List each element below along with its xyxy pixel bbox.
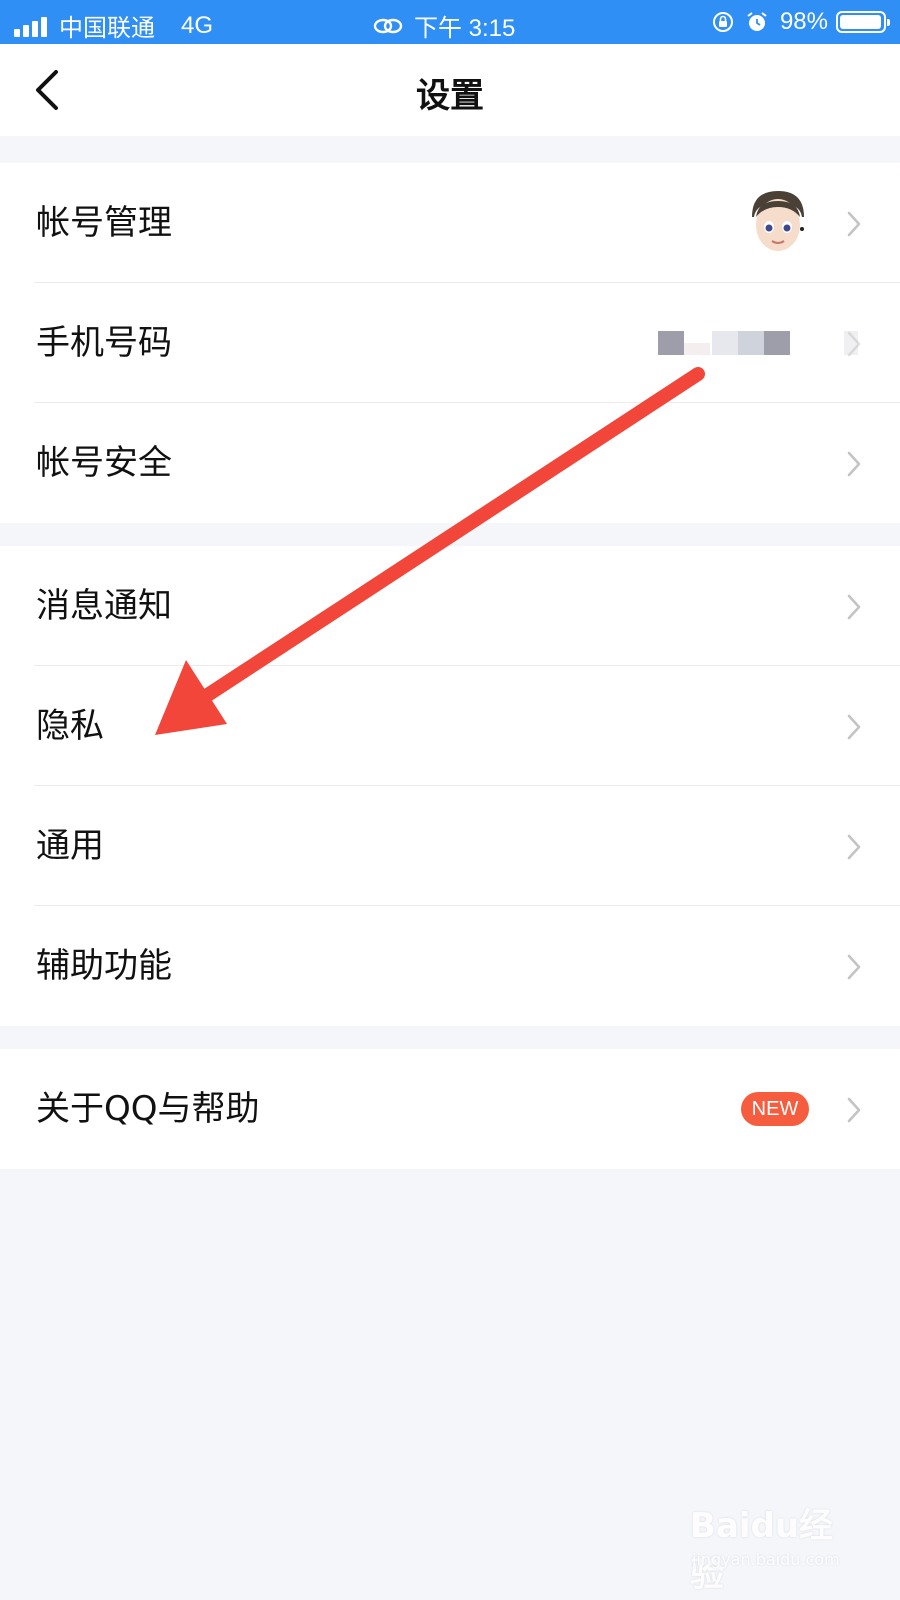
row-label: 消息通知 — [36, 586, 172, 626]
settings-row-phone-number[interactable]: 手机号码 — [0, 283, 900, 403]
status-bar: 中国联通 4G 下午 3:15 98% — [0, 0, 900, 44]
settings-row-privacy[interactable]: 隐私 — [0, 666, 900, 786]
battery-icon — [836, 11, 890, 33]
status-left: 中国联通 4G — [14, 8, 213, 43]
battery-fill — [840, 15, 882, 29]
status-time: 下午 3:15 — [414, 15, 516, 42]
settings-group-preferences: 消息通知 隐私 通用 辅助功能 — [0, 546, 900, 1026]
navigation-bar: 设置 — [0, 44, 900, 136]
row-label: 辅助功能 — [36, 946, 172, 986]
watermark-brand: Baidu经验 — [690, 1506, 834, 1595]
settings-row-accessibility[interactable]: 辅助功能 — [0, 906, 900, 1026]
chevron-right-icon — [847, 211, 861, 237]
battery-percentage: 98% — [779, 8, 828, 35]
chevron-right-icon — [847, 714, 861, 740]
watermark-logo: Baidu经验 jingyan.baidu.com — [690, 1498, 860, 1595]
watermark-url: jingyan.baidu.com — [692, 1550, 840, 1569]
chevron-right-icon — [847, 834, 861, 860]
new-badge: NEW — [741, 1092, 809, 1126]
settings-row-account-management[interactable]: 帐号管理 — [0, 163, 900, 283]
chevron-right-icon — [847, 594, 861, 620]
settings-group-about: 关于QQ与帮助 NEW — [0, 1049, 900, 1169]
settings-group-account: 帐号管理 手机号码 帐号安全 — [0, 163, 900, 523]
chevron-right-icon — [847, 954, 861, 980]
row-label: 通用 — [36, 826, 104, 866]
network-type: 4G — [181, 11, 214, 39]
chevron-right-icon — [847, 1097, 861, 1123]
row-label: 隐私 — [36, 706, 104, 746]
link-icon — [373, 18, 403, 33]
settings-row-about-qq-help[interactable]: 关于QQ与帮助 NEW — [0, 1049, 900, 1169]
masked-phone-value — [658, 331, 858, 355]
alarm-icon — [747, 12, 767, 31]
settings-row-notifications[interactable]: 消息通知 — [0, 546, 900, 666]
chevron-right-icon — [847, 451, 861, 477]
avatar[interactable] — [746, 187, 810, 257]
carrier-name: 中国联通 — [59, 15, 155, 42]
signal-strength-icon — [14, 15, 47, 37]
page-title: 设置 — [416, 76, 484, 116]
chevron-right-icon — [847, 331, 861, 357]
settings-row-general[interactable]: 通用 — [0, 786, 900, 906]
status-center: 下午 3:15 — [372, 8, 515, 43]
row-label: 手机号码 — [36, 323, 172, 363]
row-label: 帐号管理 — [36, 203, 172, 243]
settings-row-account-security[interactable]: 帐号安全 — [0, 403, 900, 523]
status-right: 98% — [712, 8, 890, 36]
row-label: 帐号安全 — [36, 443, 172, 483]
rotation-lock-icon — [712, 12, 733, 32]
row-label: 关于QQ与帮助 — [36, 1089, 260, 1129]
